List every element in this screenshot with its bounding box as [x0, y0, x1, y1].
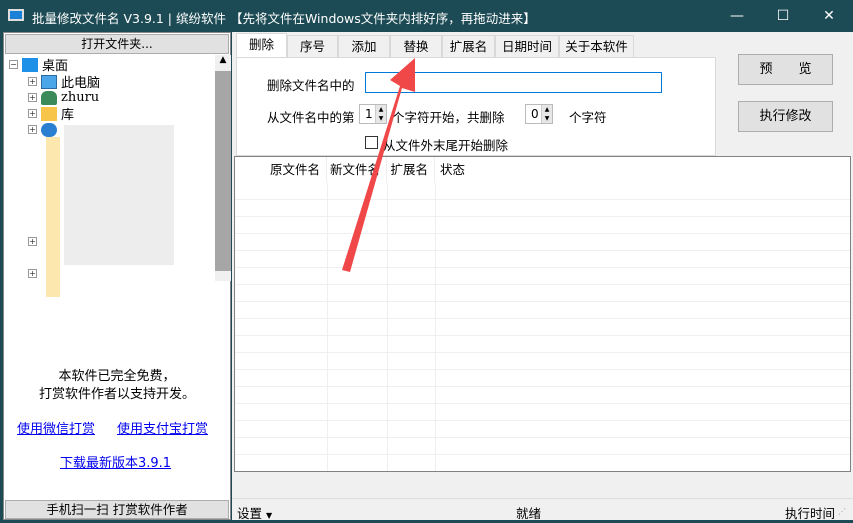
red-arrow-icon — [342, 58, 415, 272]
annotation-arrow — [342, 58, 415, 272]
